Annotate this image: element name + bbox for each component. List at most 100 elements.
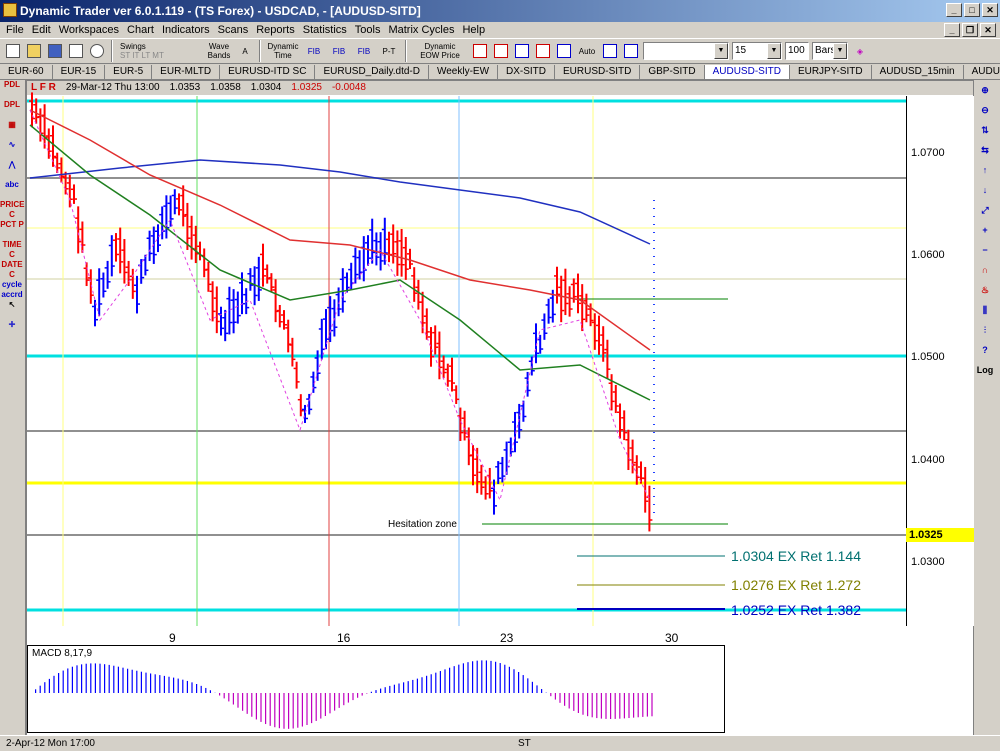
wave-tool-6-icon[interactable] xyxy=(601,40,619,62)
mdi-close-button[interactable]: ✕ xyxy=(980,23,996,37)
app-icon xyxy=(3,3,17,17)
zoom-out-icon[interactable]: ⊖ xyxy=(974,100,996,120)
tab-chart[interactable]: EURJPY-SITD xyxy=(790,65,872,79)
auto-button[interactable]: Auto xyxy=(576,40,598,62)
menu-matrix-cycles[interactable]: Matrix Cycles xyxy=(384,24,458,36)
minimize-button[interactable]: _ xyxy=(946,3,962,17)
tab-chart[interactable]: Weekly-EW xyxy=(429,65,499,79)
wave-tool-1-icon[interactable] xyxy=(471,40,489,62)
chevron-down-icon[interactable]: ▼ xyxy=(833,43,847,59)
wave-tool-7-icon[interactable] xyxy=(622,40,640,62)
pct-tool[interactable]: PCT P xyxy=(0,220,24,240)
fib-ext-button[interactable]: FIB xyxy=(353,40,375,62)
menu-scans[interactable]: Scans xyxy=(214,24,253,36)
interval-combo[interactable]: 15 ▼ xyxy=(732,42,782,60)
tab-active-chart[interactable]: AUDUSD-SITD xyxy=(704,65,790,79)
menu-workspaces[interactable]: Workspaces xyxy=(55,24,123,36)
date-tick: 30 xyxy=(665,631,679,645)
chevron-down-icon[interactable]: ▼ xyxy=(767,43,781,59)
calendar-icon[interactable]: ▦ xyxy=(0,120,24,140)
date-tool[interactable]: DATE C xyxy=(0,260,24,280)
pt-button[interactable]: P-T xyxy=(378,40,400,62)
mdi-restore-button[interactable]: ❐ xyxy=(962,23,978,37)
menu-chart[interactable]: Chart xyxy=(123,24,158,36)
fib-price-button[interactable]: FIB xyxy=(328,40,350,62)
dpl-tool[interactable]: DPL xyxy=(0,100,24,120)
tab-chart[interactable]: EUR-15 xyxy=(53,65,106,79)
tab-chart[interactable]: GBP-SITD xyxy=(640,65,705,79)
wave-tool-4-icon[interactable] xyxy=(534,40,552,62)
expand-icon[interactable]: ⤢ xyxy=(974,200,996,220)
wave-tool-3-icon[interactable] xyxy=(513,40,531,62)
minus-icon[interactable]: − xyxy=(974,240,996,260)
abc-tool[interactable]: abc xyxy=(0,180,24,200)
menu-reports[interactable]: Reports xyxy=(252,24,299,36)
zoom-in-icon[interactable]: ⊕ xyxy=(974,80,996,100)
tab-chart[interactable]: AUDUSD-ITD xyxy=(964,65,1000,79)
scale-up-icon[interactable]: ⇅ xyxy=(974,120,996,140)
pdl-tool[interactable]: PDL xyxy=(0,80,24,100)
status-bar: 2-Apr-12 Mon 17:00 ST xyxy=(0,735,1000,751)
open-file-icon[interactable] xyxy=(25,40,43,62)
dynamic-eow-price-button[interactable]: Dynamic EOW Price xyxy=(412,40,468,62)
zoom-icon[interactable] xyxy=(88,40,106,62)
a-button[interactable]: A xyxy=(236,40,254,62)
menu-edit[interactable]: Edit xyxy=(28,24,55,36)
maximize-button[interactable]: □ xyxy=(964,3,980,17)
log-button[interactable]: Log xyxy=(974,360,996,380)
symbol-combo[interactable]: ▼ xyxy=(643,42,729,60)
tab-chart[interactable]: EUR-MLTD xyxy=(152,65,221,79)
magnet-icon[interactable]: ∩ xyxy=(974,260,996,280)
count-input[interactable]: 100 xyxy=(785,42,809,60)
swings-toggle[interactable]: Swings ST IT LT MT xyxy=(118,40,202,62)
time-tool[interactable]: TIME C xyxy=(0,240,24,260)
save-icon[interactable] xyxy=(46,40,64,62)
menu-indicators[interactable]: Indicators xyxy=(158,24,214,36)
menu-help[interactable]: Help xyxy=(458,24,489,36)
down-arrow-icon[interactable]: ↓ xyxy=(974,180,996,200)
plus-icon[interactable]: + xyxy=(974,220,996,240)
dynamic-time-button[interactable]: Dynamic Time xyxy=(266,40,300,62)
menu-tools[interactable]: Tools xyxy=(351,24,385,36)
price-tick: 1.0600 xyxy=(911,249,945,261)
close-button[interactable]: ✕ xyxy=(982,3,998,17)
bars-icon[interactable]: ⫼ xyxy=(974,300,996,320)
tab-chart[interactable]: EURUSD_Daily.dtd-D xyxy=(315,65,429,79)
up-arrow-icon[interactable]: ↑ xyxy=(974,160,996,180)
target-label: 1.0252 EX Ret 1.382 xyxy=(731,602,861,618)
wave-tool-5-icon[interactable] xyxy=(555,40,573,62)
right-toolbar: ⊕ ⊖ ⇅ ⇆ ↑ ↓ ⤢ + − ∩ ♨ ⫼ ⫶ ? Log xyxy=(974,80,998,400)
tab-chart[interactable]: DX-SITD xyxy=(498,65,556,79)
palette-icon[interactable]: ◈ xyxy=(851,40,869,62)
tab-chart[interactable]: EUR-60 xyxy=(0,65,53,79)
scale-left-icon[interactable]: ⇆ xyxy=(974,140,996,160)
wave-bands-button[interactable]: Wave Bands xyxy=(205,40,233,62)
price-tool[interactable]: PRICE C xyxy=(0,200,24,220)
target-label: 1.0304 EX Ret 1.144 xyxy=(731,548,861,564)
title-bar: Dynamic Trader ver 6.0.1.119 - (TS Forex… xyxy=(0,0,1000,22)
chevron-down-icon[interactable]: ▼ xyxy=(714,43,728,59)
bars-type-combo[interactable]: Bars ▼ xyxy=(812,42,848,60)
mode-flags[interactable]: L F R xyxy=(31,81,56,95)
wave-icon[interactable]: ∿ xyxy=(0,140,24,160)
new-file-icon[interactable] xyxy=(4,40,22,62)
tab-chart[interactable]: EUR-5 xyxy=(105,65,153,79)
left-toolbar: PDL DPL ▦ ∿ ⋀ abc PRICE C PCT P TIME C D… xyxy=(0,80,26,740)
trend-icon[interactable]: ⋀ xyxy=(0,160,24,180)
tab-chart[interactable]: AUDUSD_15min xyxy=(872,65,964,79)
crosshair-icon[interactable]: ✛ xyxy=(0,320,24,340)
help-icon[interactable]: ? xyxy=(974,340,996,360)
mdi-minimize-button[interactable]: _ xyxy=(944,23,960,37)
hot-icon[interactable]: ♨ xyxy=(974,280,996,300)
tab-chart[interactable]: EURUSD-SITD xyxy=(555,65,641,79)
menu-statistics[interactable]: Statistics xyxy=(299,24,351,36)
price-tick: 1.0500 xyxy=(911,351,945,363)
fib-time-button[interactable]: FIB xyxy=(303,40,325,62)
wave-tool-2-icon[interactable] xyxy=(492,40,510,62)
pointer-icon[interactable]: ↖ xyxy=(0,300,24,320)
print-icon[interactable] xyxy=(67,40,85,62)
cycle-tool[interactable]: cycle accrd xyxy=(0,280,24,300)
chart-bars-icon[interactable]: ⫶ xyxy=(974,320,996,340)
tab-chart[interactable]: EURUSD-ITD SC xyxy=(220,65,316,79)
menu-file[interactable]: File xyxy=(2,24,28,36)
